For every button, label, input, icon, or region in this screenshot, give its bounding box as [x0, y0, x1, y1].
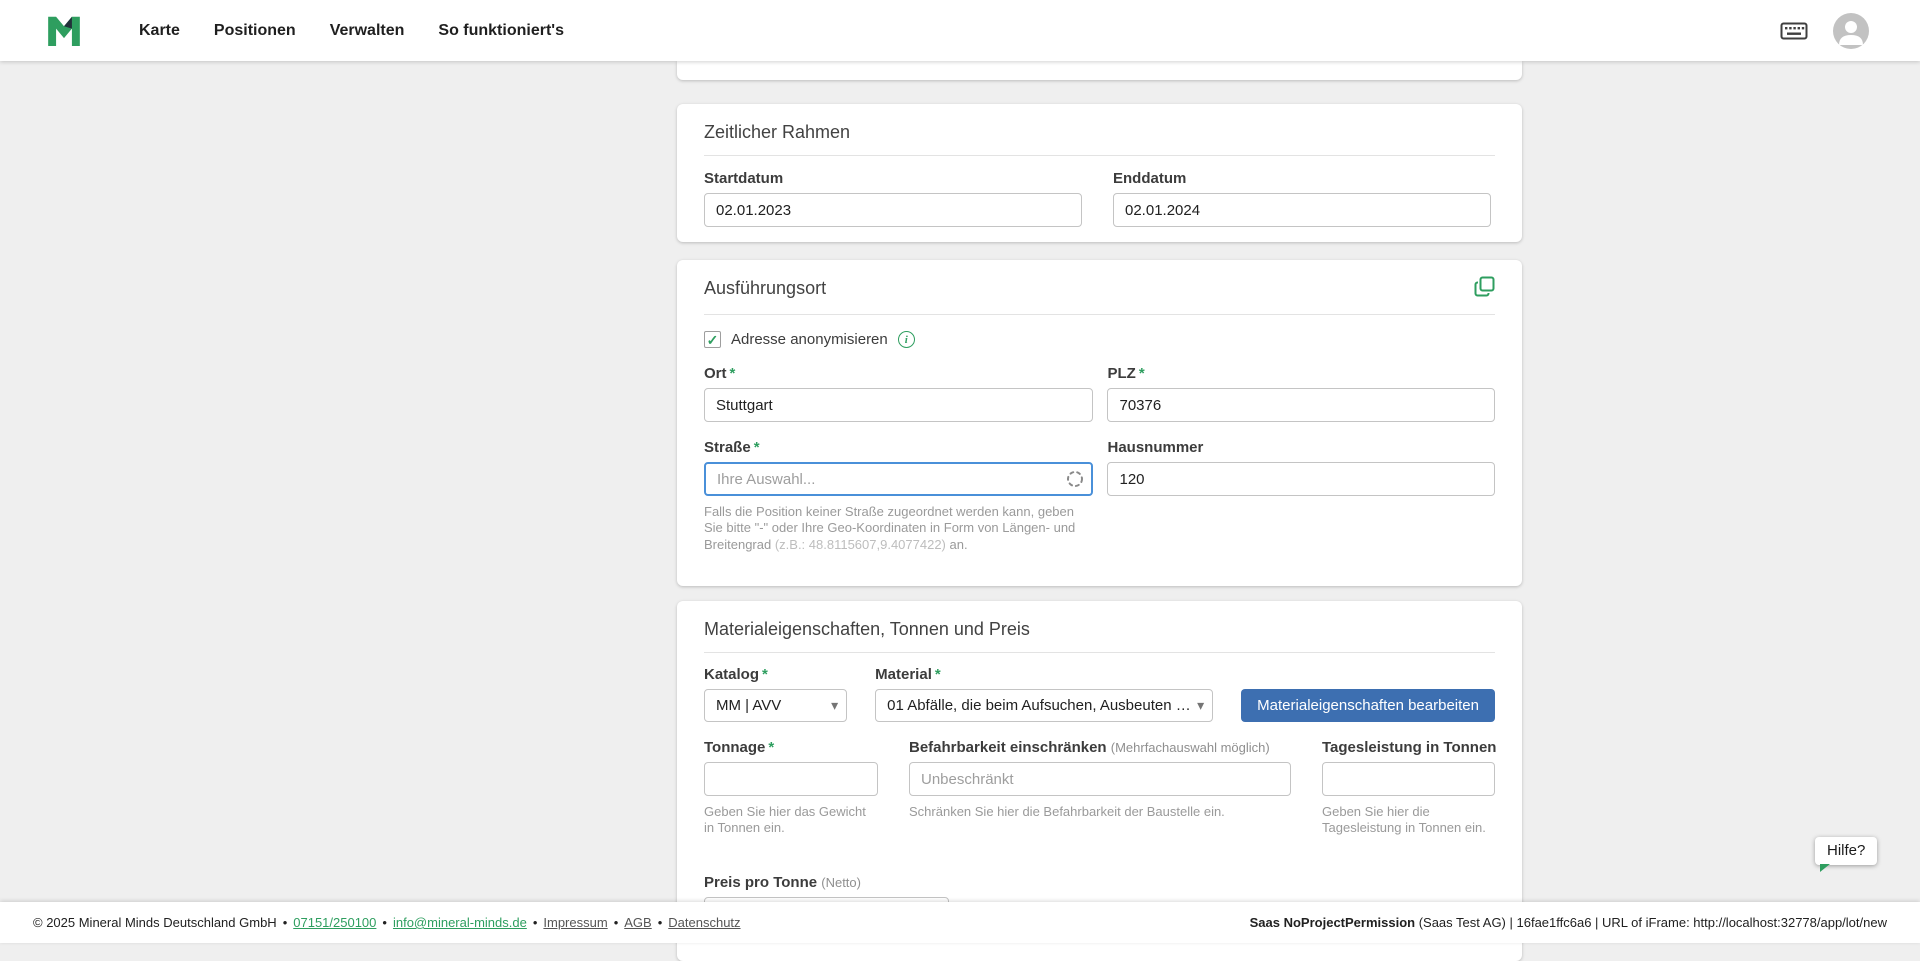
katalog-label: Katalog*	[704, 666, 847, 683]
katalog-field: Katalog* MM | AVV ▾	[704, 666, 847, 722]
main-navigation: Karte Positionen Verwalten So funktionie…	[139, 22, 564, 40]
hausnummer-input[interactable]	[1107, 462, 1495, 496]
hausnummer-label: Hausnummer	[1107, 439, 1495, 456]
info-icon[interactable]: i	[898, 331, 915, 348]
tagesleistung-helper-text: Geben Sie hier die Tagesleistung in Tonn…	[1322, 804, 1495, 837]
chevron-down-icon: ▾	[1197, 697, 1204, 714]
required-marker: *	[768, 739, 774, 756]
required-marker: *	[935, 666, 941, 683]
hausnummer-field: Hausnummer	[1107, 439, 1495, 566]
plz-input[interactable]	[1107, 388, 1495, 422]
copyright-text: © 2025 Mineral Minds Deutschland GmbH	[33, 915, 277, 930]
befahrbarkeit-label: Befahrbarkeit einschränken (Mehrfachausw…	[909, 739, 1291, 756]
enddatum-field: Enddatum	[1113, 170, 1491, 227]
footer-env-info: (Saas Test AG) | 16fae1ffc6a6 | URL of i…	[1415, 915, 1887, 930]
user-avatar[interactable]	[1833, 13, 1869, 49]
nav-item-so-funktionierts[interactable]: So funktioniert's	[438, 22, 564, 40]
timeframe-card: Zeitlicher Rahmen Startdatum Enddatum	[677, 104, 1522, 242]
strasse-input[interactable]	[704, 462, 1093, 496]
nav-item-positionen[interactable]: Positionen	[214, 22, 296, 40]
location-card: Ausführungsort ✓ Adresse anonymisieren i…	[677, 260, 1522, 586]
location-card-header: Ausführungsort	[704, 278, 1495, 315]
navbar-right	[1780, 13, 1869, 49]
timeframe-fields: Startdatum Enddatum	[704, 170, 1495, 227]
person-icon	[1833, 13, 1869, 49]
tagesleistung-label: Tagesleistung in Tonnen	[1322, 739, 1495, 756]
befahrbarkeit-input[interactable]	[909, 762, 1291, 796]
help-button-label: Hilfe?	[1827, 842, 1865, 859]
tagesleistung-input[interactable]	[1322, 762, 1495, 796]
help-bubble-tail-icon	[1820, 864, 1830, 872]
separator: •	[382, 915, 387, 930]
top-navbar: Karte Positionen Verwalten So funktionie…	[0, 0, 1920, 61]
footer-datenschutz-link[interactable]: Datenschutz	[668, 915, 740, 930]
strasse-hausnummer-row: Straße* Falls die Position keiner Straße…	[704, 439, 1495, 566]
startdatum-input[interactable]	[704, 193, 1082, 227]
ort-label: Ort*	[704, 365, 1093, 382]
tonnage-helper-text: Geben Sie hier das Gewicht in Tonnen ein…	[704, 804, 878, 837]
ort-field: Ort*	[704, 365, 1093, 422]
nav-item-karte[interactable]: Karte	[139, 22, 180, 40]
separator: •	[658, 915, 663, 930]
material-field: Material* 01 Abfälle, die beim Aufsuchen…	[875, 666, 1213, 722]
footer-phone-link[interactable]: 07151/250100	[293, 915, 376, 930]
ort-plz-row: Ort* PLZ*	[704, 365, 1495, 422]
footer: © 2025 Mineral Minds Deutschland GmbH • …	[0, 902, 1920, 943]
material-select[interactable]: 01 Abfälle, die beim Aufsuchen, Ausbeute…	[875, 689, 1213, 722]
keyboard-icon[interactable]	[1780, 20, 1808, 42]
tagesleistung-field: Tagesleistung in Tonnen Geben Sie hier d…	[1322, 739, 1495, 850]
tonnage-input[interactable]	[704, 762, 878, 796]
required-marker: *	[762, 666, 768, 683]
anonymize-row: ✓ Adresse anonymisieren i	[704, 331, 1495, 348]
footer-impressum-link[interactable]: Impressum	[543, 915, 607, 930]
material-label: Material*	[875, 666, 1213, 683]
tonnage-field: Tonnage* Geben Sie hier das Gewicht in T…	[704, 739, 878, 850]
katalog-select[interactable]: MM | AVV ▾	[704, 689, 847, 722]
material-card-title: Materialeigenschaften, Tonnen und Preis	[704, 619, 1495, 653]
required-marker: *	[754, 439, 760, 456]
anonymize-checkbox[interactable]: ✓	[704, 331, 721, 348]
footer-agb-link[interactable]: AGB	[624, 915, 651, 930]
befahrbarkeit-field: Befahrbarkeit einschränken (Mehrfachausw…	[909, 739, 1291, 833]
duplicate-icon[interactable]	[1474, 276, 1495, 302]
chevron-down-icon: ▾	[831, 697, 838, 714]
strasse-helper-text: Falls die Position keiner Straße zugeord…	[704, 504, 1093, 553]
separator: •	[614, 915, 619, 930]
startdatum-label: Startdatum	[704, 170, 1082, 187]
strasse-label: Straße*	[704, 439, 1093, 456]
enddatum-label: Enddatum	[1113, 170, 1491, 187]
tonnage-row: Tonnage* Geben Sie hier das Gewicht in T…	[704, 739, 1495, 850]
strasse-field: Straße* Falls die Position keiner Straße…	[704, 439, 1093, 566]
required-marker: *	[730, 365, 736, 382]
edit-material-properties-button[interactable]: Materialeigenschaften bearbeiten	[1241, 689, 1495, 722]
footer-app-name: Saas NoProjectPermission	[1250, 915, 1415, 930]
footer-email-link[interactable]: info@mineral-minds.de	[393, 915, 527, 930]
form-content: Zeitlicher Rahmen Startdatum Enddatum Au…	[677, 61, 1522, 961]
mineral-minds-logo-icon	[45, 12, 83, 50]
previous-card-bottom	[677, 61, 1522, 80]
katalog-material-row: Katalog* MM | AVV ▾ Material* 01 Abfälle…	[704, 666, 1495, 722]
help-button[interactable]: Hilfe?	[1815, 837, 1877, 865]
strasse-input-wrap	[704, 462, 1093, 496]
startdatum-field: Startdatum	[704, 170, 1082, 227]
separator: •	[533, 915, 538, 930]
anonymize-label: Adresse anonymisieren	[731, 331, 888, 348]
footer-right: Saas NoProjectPermission (Saas Test AG) …	[1250, 915, 1887, 930]
nav-item-verwalten[interactable]: Verwalten	[330, 22, 405, 40]
timeframe-card-title: Zeitlicher Rahmen	[704, 122, 1495, 156]
befahrbarkeit-helper-text: Schränken Sie hier die Befahrbarkeit der…	[909, 804, 1291, 820]
tonnage-label: Tonnage*	[704, 739, 878, 756]
plz-label: PLZ*	[1107, 365, 1495, 382]
separator: •	[283, 915, 288, 930]
loading-spinner-icon	[1066, 470, 1084, 488]
check-icon: ✓	[707, 333, 719, 347]
footer-left: © 2025 Mineral Minds Deutschland GmbH • …	[33, 915, 741, 930]
required-marker: *	[1139, 365, 1145, 382]
preis-label: Preis pro Tonne (Netto)	[704, 874, 949, 891]
location-card-title: Ausführungsort	[704, 278, 826, 299]
brand-logo-icon[interactable]	[45, 11, 83, 51]
plz-field: PLZ*	[1107, 365, 1495, 422]
enddatum-input[interactable]	[1113, 193, 1491, 227]
ort-input[interactable]	[704, 388, 1093, 422]
